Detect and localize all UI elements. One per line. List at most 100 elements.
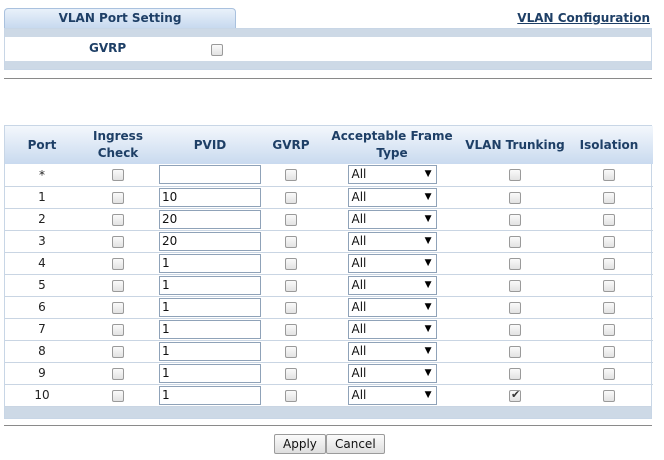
cancel-button[interactable]: Cancel [326, 434, 385, 454]
pvid-input[interactable] [159, 253, 261, 273]
isolation-checkbox[interactable] [603, 389, 615, 402]
vlan-trunking-checkbox[interactable] [509, 323, 521, 336]
pvid-input[interactable] [159, 209, 261, 229]
isolation-checkbox[interactable] [603, 279, 615, 292]
port-cell: * [39, 167, 45, 182]
frame-type-select[interactable]: All ▼ [347, 297, 437, 317]
pvid-input[interactable] [159, 275, 261, 295]
apply-button[interactable]: Apply [274, 434, 326, 454]
frame-type-select[interactable]: All ▼ [347, 165, 437, 185]
vlan-trunking-checkbox[interactable] [509, 279, 521, 292]
gvrp-checkbox[interactable] [285, 213, 297, 226]
table-row: 1 All ▼ [5, 185, 653, 208]
ingress-check-checkbox[interactable] [112, 301, 124, 314]
port-cell: 2 [5, 207, 79, 230]
gvrp-global-panel: GVRP [4, 28, 652, 70]
gvrp-global-label: GVRP [89, 41, 127, 55]
gvrp-checkbox[interactable] [285, 389, 297, 402]
gvrp-checkbox[interactable] [285, 323, 297, 336]
ingress-check-checkbox[interactable] [112, 191, 124, 204]
table-row: 5 All ▼ [5, 273, 653, 296]
gvrp-checkbox[interactable] [285, 235, 297, 248]
frame-type-select[interactable]: All ▼ [347, 341, 437, 361]
vlan-trunking-checkbox[interactable] [509, 169, 521, 182]
dropdown-arrow-icon: ▼ [424, 235, 432, 246]
divider [4, 78, 652, 79]
divider [4, 425, 652, 426]
ingress-check-checkbox[interactable] [112, 257, 124, 270]
vlan-trunking-checkbox[interactable] [509, 367, 521, 380]
pvid-input[interactable] [159, 319, 261, 339]
ingress-check-checkbox[interactable] [112, 389, 124, 402]
vlan-trunking-checkbox[interactable] [509, 345, 521, 358]
frame-type-value: All [351, 299, 367, 314]
frame-type-select[interactable]: All ▼ [347, 363, 437, 383]
pvid-input[interactable] [159, 231, 261, 251]
header-isolation: Isolation [565, 126, 653, 164]
pvid-input[interactable] [159, 385, 261, 405]
vlan-trunking-checkbox[interactable] [509, 235, 521, 248]
table-row: * All ▼ [5, 164, 653, 186]
table-row: 3 All ▼ [5, 229, 653, 252]
table-bottom-band [5, 406, 651, 418]
ingress-check-checkbox[interactable] [112, 213, 124, 226]
ingress-check-checkbox[interactable] [112, 345, 124, 358]
frame-type-select[interactable]: All ▼ [347, 385, 437, 405]
isolation-checkbox[interactable] [603, 235, 615, 248]
frame-type-select[interactable]: All ▼ [347, 253, 437, 273]
frame-type-select[interactable]: All ▼ [347, 275, 437, 295]
dropdown-arrow-icon: ▼ [424, 389, 432, 400]
isolation-checkbox[interactable] [603, 323, 615, 336]
port-cell: 8 [5, 339, 79, 362]
gvrp-checkbox[interactable] [285, 367, 297, 380]
ingress-check-checkbox[interactable] [112, 169, 124, 182]
pvid-input[interactable] [159, 187, 261, 207]
dropdown-arrow-icon: ▼ [424, 301, 432, 312]
port-cell: 7 [5, 317, 79, 340]
frame-type-select[interactable]: All ▼ [347, 319, 437, 339]
isolation-checkbox[interactable] [603, 345, 615, 358]
isolation-checkbox[interactable] [603, 367, 615, 380]
pvid-input[interactable] [159, 341, 261, 361]
frame-type-value: All [351, 255, 367, 270]
pvid-input[interactable] [159, 297, 261, 317]
gvrp-checkbox[interactable] [285, 257, 297, 270]
port-cell: 1 [5, 185, 79, 208]
vlan-trunking-checkbox[interactable] [509, 257, 521, 270]
frame-type-value: All [351, 321, 367, 336]
isolation-checkbox[interactable] [603, 191, 615, 204]
vlan-configuration-link[interactable]: VLAN Configuration [517, 11, 650, 25]
tab-vlan-port-setting[interactable]: VLAN Port Setting [4, 8, 236, 28]
ingress-check-checkbox[interactable] [112, 323, 124, 336]
ingress-check-checkbox[interactable] [112, 235, 124, 248]
isolation-checkbox[interactable] [603, 301, 615, 314]
gvrp-checkbox[interactable] [285, 169, 297, 182]
dropdown-arrow-icon: ▼ [424, 323, 432, 334]
ingress-check-checkbox[interactable] [112, 367, 124, 380]
pvid-input[interactable] [159, 165, 261, 185]
gvrp-checkbox[interactable] [285, 345, 297, 358]
gvrp-checkbox[interactable] [285, 191, 297, 204]
frame-type-value: All [351, 167, 367, 182]
vlan-trunking-checkbox[interactable] [509, 191, 521, 204]
vlan-trunking-checkbox[interactable] [509, 213, 521, 226]
port-cell: 10 [5, 383, 79, 406]
frame-type-select[interactable]: All ▼ [347, 209, 437, 229]
gvrp-checkbox[interactable] [285, 301, 297, 314]
vlan-trunking-checkbox[interactable] [509, 388, 521, 402]
frame-type-value: All [351, 277, 367, 292]
frame-type-value: All [351, 343, 367, 358]
frame-type-value: All [351, 387, 367, 402]
table-row: 10 All ▼ [5, 383, 653, 406]
port-settings-table: Port Ingress Check PVID GVRP Acceptable F… [4, 125, 653, 419]
frame-type-select[interactable]: All ▼ [347, 187, 437, 207]
vlan-trunking-checkbox[interactable] [509, 301, 521, 314]
isolation-checkbox[interactable] [603, 169, 615, 182]
frame-type-select[interactable]: All ▼ [347, 231, 437, 251]
gvrp-global-checkbox[interactable] [211, 43, 223, 56]
isolation-checkbox[interactable] [603, 213, 615, 226]
gvrp-checkbox[interactable] [285, 279, 297, 292]
pvid-input[interactable] [159, 363, 261, 383]
ingress-check-checkbox[interactable] [112, 279, 124, 292]
isolation-checkbox[interactable] [603, 257, 615, 270]
